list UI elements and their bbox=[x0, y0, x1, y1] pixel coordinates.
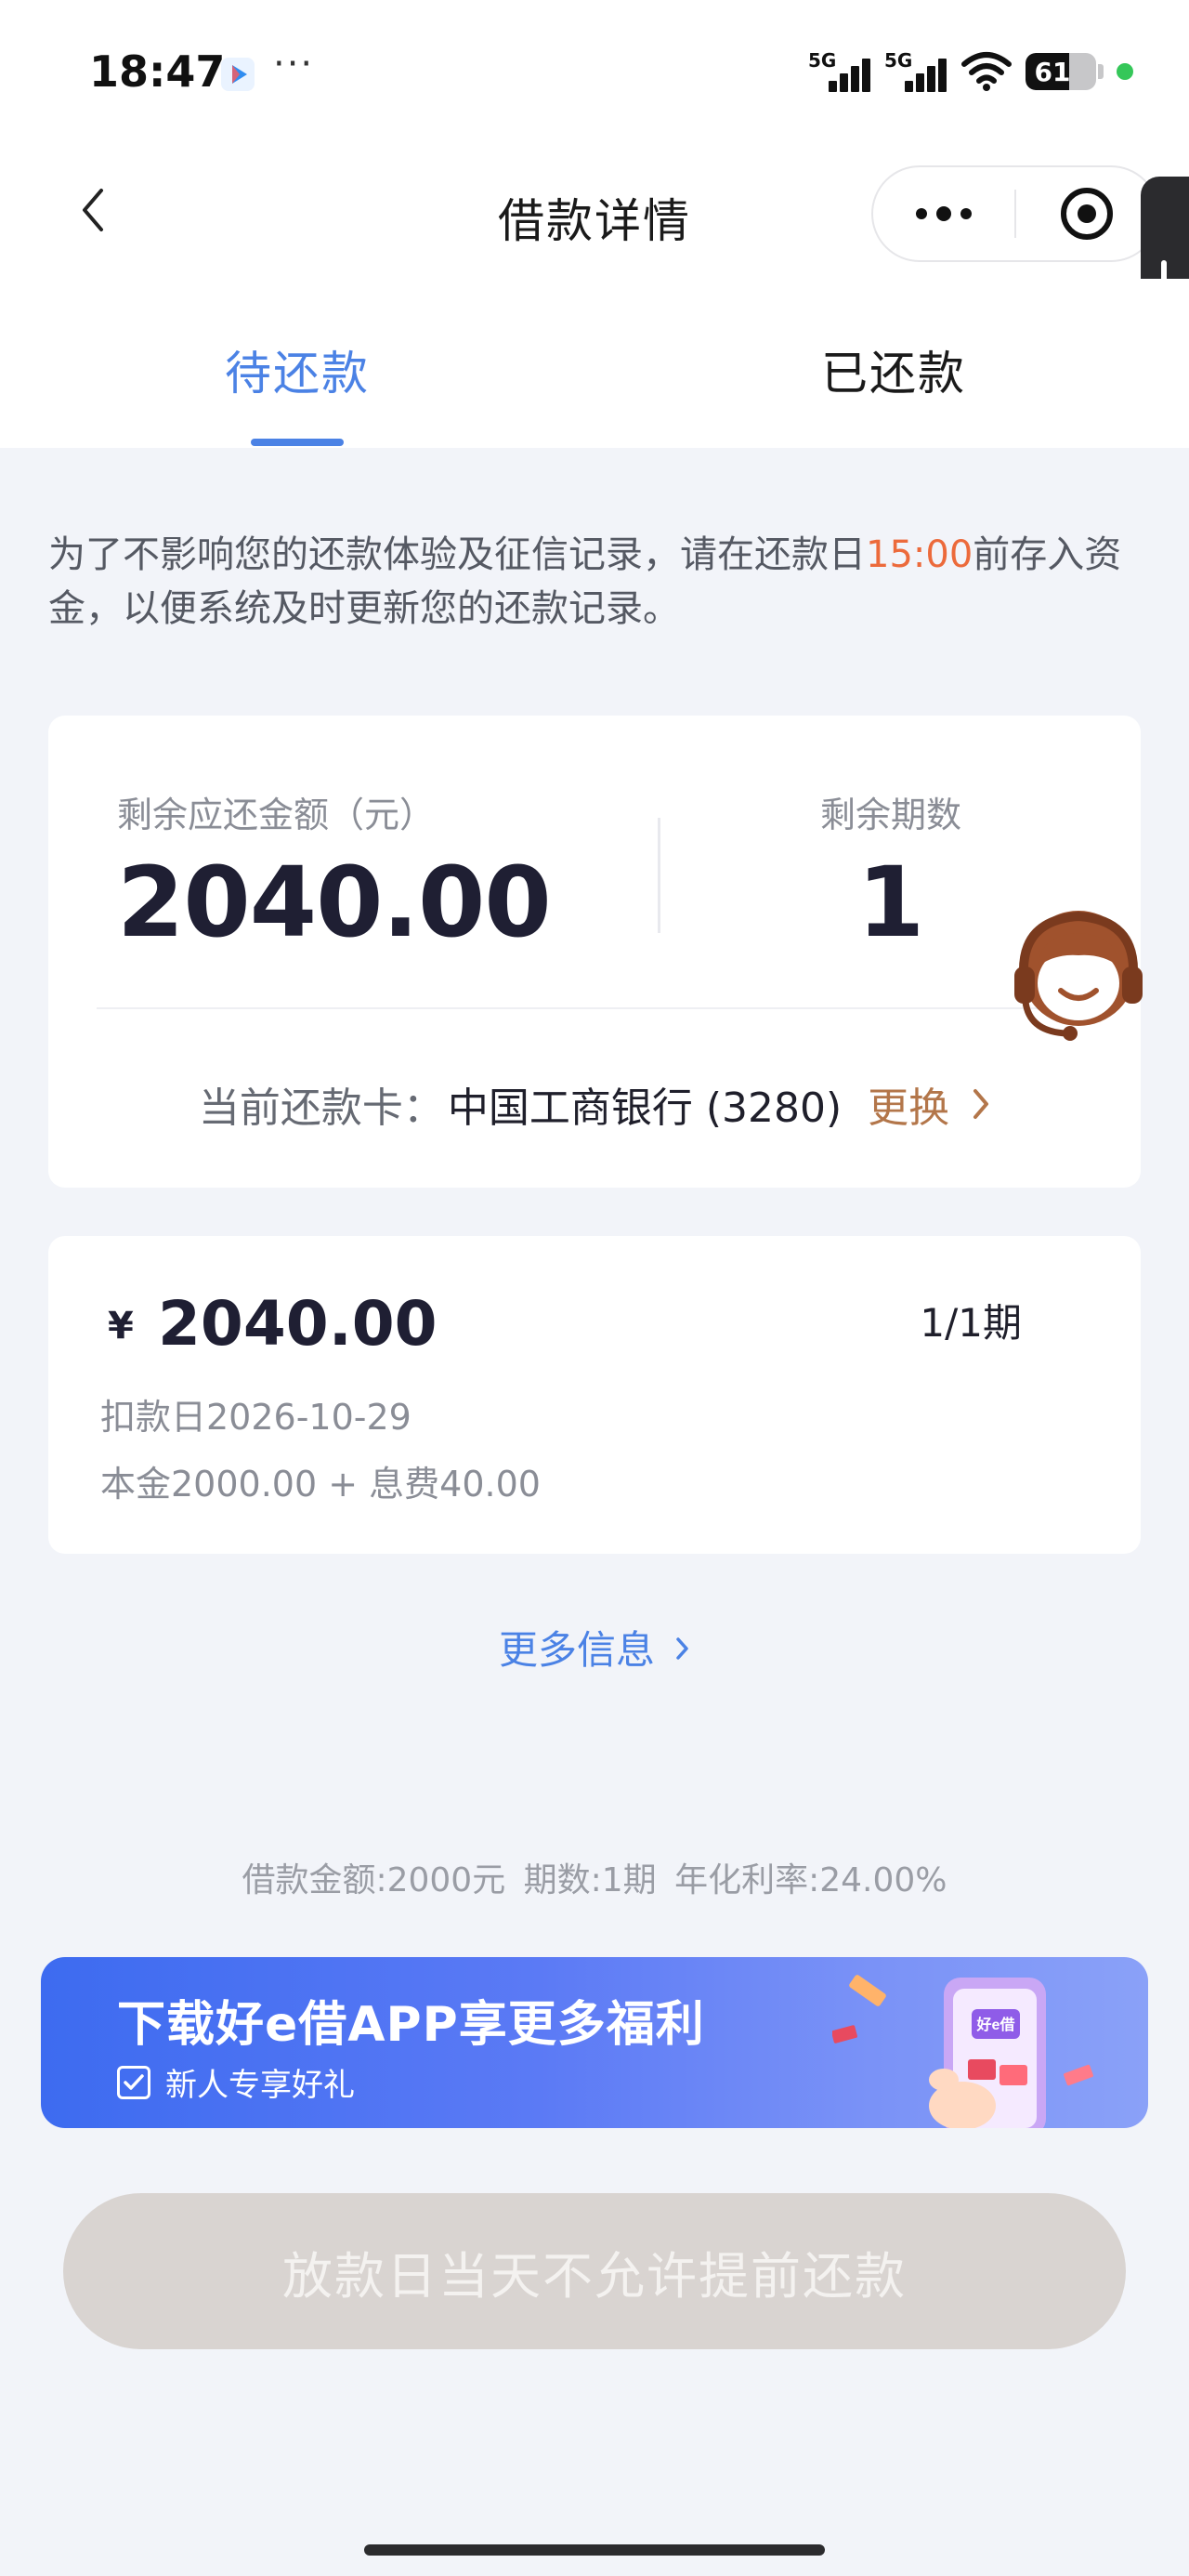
change-card-link[interactable]: 更换 bbox=[868, 1074, 949, 1134]
status-time: 18:47 bbox=[89, 46, 226, 97]
customer-service-icon[interactable] bbox=[1009, 901, 1148, 1050]
chevron-right-icon bbox=[676, 1636, 688, 1660]
phone-illustration-icon: 好e借 bbox=[832, 1975, 1093, 2128]
svg-text:好e借: 好e借 bbox=[976, 2016, 1015, 2033]
close-mini-program-button[interactable] bbox=[1016, 167, 1157, 260]
chevron-right-icon bbox=[972, 1087, 990, 1121]
repayment-card-label: 当前还款卡： bbox=[198, 1084, 444, 1132]
early-repay-button[interactable]: 放款日当天不允许提前还款 bbox=[63, 2193, 1126, 2349]
status-dots: ··· bbox=[273, 43, 315, 85]
signal-1-icon: 5G bbox=[808, 49, 871, 94]
more-dots-icon bbox=[916, 208, 927, 219]
repayment-summary-card: 剩余应还金额（元） 2040.00 剩余期数 1 当前还款卡： 中国工商银行 (… bbox=[48, 716, 1141, 1188]
more-info-link[interactable]: 更多信息 bbox=[0, 1619, 1189, 1676]
more-button[interactable] bbox=[873, 167, 1014, 260]
active-tab-indicator bbox=[251, 439, 344, 446]
tab-pending-repayment[interactable]: 待还款 bbox=[225, 336, 370, 403]
banner-subtitle: 新人专享好礼 bbox=[117, 2059, 355, 2105]
repayment-card-value: 中国工商银行 (3280) bbox=[447, 1084, 843, 1132]
amount-breakdown: 本金2000.00 + 息费40.00 bbox=[100, 1464, 541, 1505]
divider bbox=[658, 818, 660, 933]
wifi-icon bbox=[961, 52, 1012, 91]
remaining-amount-label: 剩余应还金额（元） bbox=[117, 795, 436, 835]
tab-bar: 待还款 已还款 bbox=[0, 279, 1189, 448]
currency-symbol: ¥ bbox=[108, 1305, 134, 1347]
download-app-banner[interactable]: 下载好e借APP享更多福利 新人专享好礼 好e借 bbox=[41, 1957, 1148, 2128]
repayment-card-row[interactable]: 当前还款卡： 中国工商银行 (3280) 更换 bbox=[48, 1074, 1141, 1134]
deduction-date: 扣款日2026-10-29 bbox=[100, 1397, 412, 1438]
video-app-icon bbox=[221, 58, 255, 91]
notice-highlight-time: 15:00 bbox=[866, 533, 973, 576]
home-indicator[interactable] bbox=[364, 2544, 825, 2556]
banner-title: 下载好e借APP享更多福利 bbox=[117, 1997, 705, 2053]
battery-icon: 61 bbox=[1026, 53, 1096, 90]
signal-2-icon: 5G bbox=[884, 49, 947, 94]
divider bbox=[97, 1007, 1092, 1009]
remaining-amount-value: 2040.00 bbox=[117, 846, 552, 959]
status-bar: 18:47 ··· 5G 5G 61 bbox=[0, 0, 1189, 149]
target-close-icon bbox=[1061, 188, 1113, 240]
repayment-notice: 为了不影响您的还款体验及征信记录，请在还款日15:00前存入资金，以便系统及时更… bbox=[48, 533, 1122, 630]
installment-card[interactable]: ¥ 2040.00 1/1期 扣款日2026-10-29 本金2000.00 +… bbox=[48, 1236, 1141, 1554]
loan-summary: 借款金额:2000元 期数:1期 年化利率:24.00% bbox=[242, 1861, 947, 1899]
mini-program-capsule bbox=[871, 165, 1159, 262]
remaining-periods-label: 剩余期数 bbox=[819, 795, 961, 835]
checkbox-icon bbox=[117, 2065, 150, 2099]
nav-bar: 借款详情 bbox=[0, 149, 1189, 279]
tab-repaid[interactable]: 已还款 bbox=[821, 336, 966, 403]
installment-amount: 2040.00 bbox=[158, 1288, 438, 1360]
privacy-indicator bbox=[1117, 63, 1133, 80]
more-info-label: 更多信息 bbox=[498, 1627, 655, 1673]
installment-period: 1/1期 bbox=[920, 1300, 1022, 1346]
